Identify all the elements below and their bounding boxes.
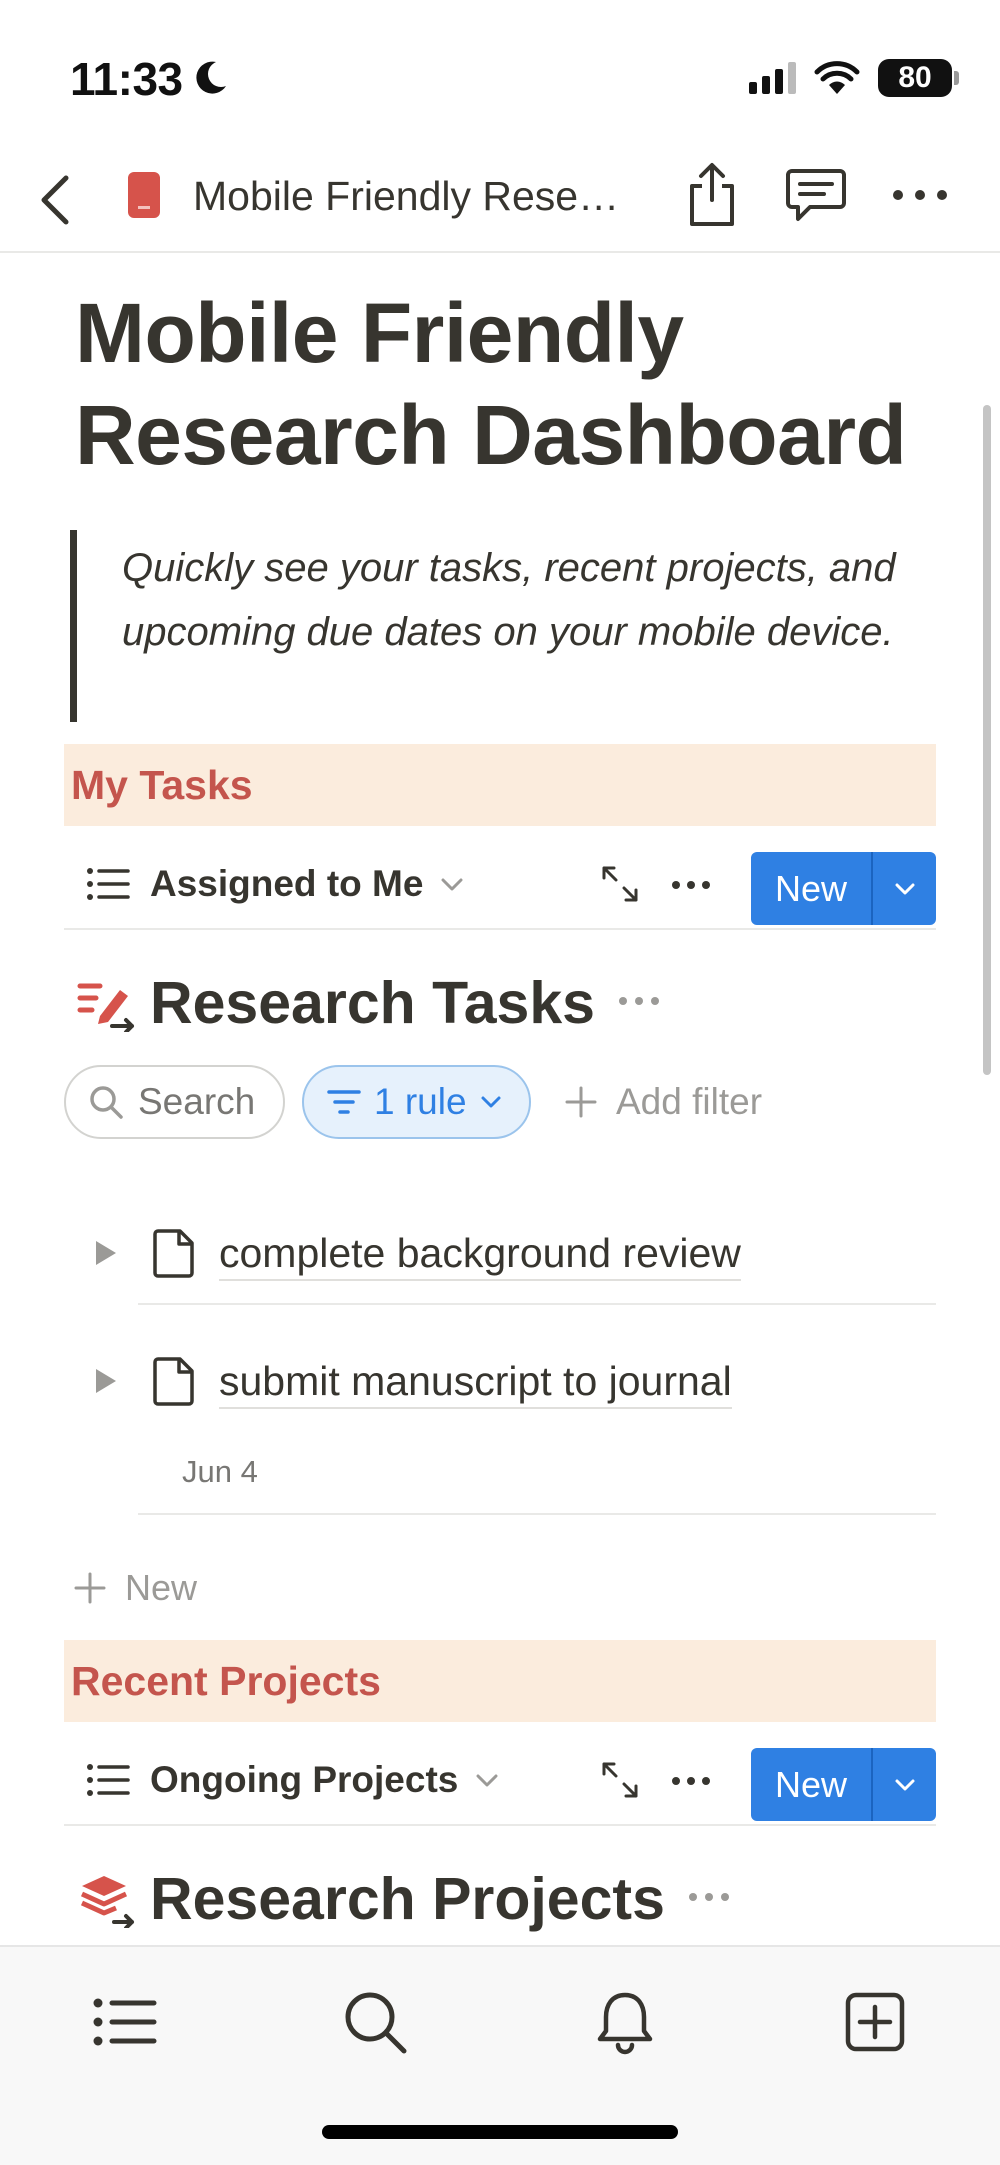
scroll-indicator[interactable] xyxy=(983,405,991,1075)
more-icon[interactable] xyxy=(617,984,661,1018)
page-emoji-icon xyxy=(128,172,160,218)
projects-view-bar: Ongoing Projects New xyxy=(64,1736,936,1826)
task-row[interactable]: complete background review xyxy=(64,1225,936,1305)
chevron-down-icon xyxy=(895,883,914,894)
more-icon[interactable] xyxy=(670,868,712,902)
filter-icon xyxy=(327,1090,361,1114)
new-button[interactable]: New xyxy=(751,1748,936,1821)
new-button-label[interactable]: New xyxy=(751,852,871,925)
add-filter-label: Add filter xyxy=(616,1081,763,1122)
more-icon[interactable] xyxy=(687,1880,731,1914)
list-view-icon[interactable] xyxy=(86,866,130,902)
toggle-triangle-icon[interactable] xyxy=(92,1367,118,1395)
page-quote[interactable]: Quickly see your tasks, recent projects,… xyxy=(70,530,950,722)
chevron-down-icon[interactable] xyxy=(439,872,465,896)
search-icon xyxy=(90,1086,123,1119)
comment-icon[interactable] xyxy=(784,165,848,225)
projects-database-icon xyxy=(80,1876,134,1928)
chevron-down-icon[interactable] xyxy=(474,1768,500,1792)
view-name[interactable]: Ongoing Projects xyxy=(150,1756,458,1804)
plus-square-icon[interactable] xyxy=(840,1987,910,2057)
status-indicators: 80 xyxy=(749,56,959,100)
search-label: Search xyxy=(138,1081,256,1122)
row-divider xyxy=(138,1303,936,1305)
new-button-dropdown[interactable] xyxy=(873,852,936,925)
database-title[interactable]: Research Projects xyxy=(150,1864,665,1934)
list-view-icon[interactable] xyxy=(86,1762,130,1798)
new-button[interactable]: New xyxy=(751,852,936,925)
add-filter-button[interactable]: Add filter xyxy=(564,1065,762,1139)
row-divider xyxy=(138,1513,936,1515)
tasks-view-bar: Assigned to Me New xyxy=(64,840,936,930)
status-bar: 11:33 80 xyxy=(0,0,1000,150)
add-new-task-button[interactable]: New xyxy=(73,1560,197,1616)
signal-icon xyxy=(749,62,796,94)
section-header-recent-projects[interactable]: Recent Projects xyxy=(64,1640,936,1722)
filter-rule-label: 1 rule xyxy=(374,1081,467,1122)
plus-icon xyxy=(74,1572,106,1604)
top-nav: Mobile Friendly Rese… xyxy=(0,150,1000,253)
back-icon[interactable] xyxy=(30,164,90,234)
new-button-label[interactable]: New xyxy=(751,1748,871,1821)
task-title[interactable]: submit manuscript to journal xyxy=(219,1355,732,1409)
document-icon xyxy=(153,1229,194,1278)
battery-icon: 80 xyxy=(878,59,959,97)
task-row[interactable]: submit manuscript to journal Jun 4 xyxy=(64,1353,936,1515)
moon-icon xyxy=(196,61,226,94)
status-time: 11:33 xyxy=(70,53,183,105)
projects-database-header: Research Projects xyxy=(64,1850,936,1946)
battery-level: 80 xyxy=(898,61,932,94)
view-name[interactable]: Assigned to Me xyxy=(150,860,423,908)
expand-icon[interactable] xyxy=(598,862,642,906)
home-indicator xyxy=(322,2125,678,2139)
tasks-database-icon xyxy=(77,983,134,1032)
new-button-dropdown[interactable] xyxy=(873,1748,936,1821)
share-icon[interactable] xyxy=(684,158,740,230)
list-icon[interactable] xyxy=(90,1987,160,2057)
plus-icon xyxy=(565,1086,597,1118)
more-icon[interactable] xyxy=(670,1764,712,1798)
section-header-my-tasks[interactable]: My Tasks xyxy=(64,744,936,826)
search-pill[interactable]: Search xyxy=(64,1065,285,1139)
bell-icon[interactable] xyxy=(590,1987,660,2057)
toggle-triangle-icon[interactable] xyxy=(92,1239,118,1267)
filter-rule-pill[interactable]: 1 rule xyxy=(302,1065,531,1139)
search-icon[interactable] xyxy=(340,1987,410,2057)
nav-title[interactable]: Mobile Friendly Rese… xyxy=(193,170,619,222)
document-icon xyxy=(153,1357,194,1406)
chevron-down-icon xyxy=(895,1779,914,1790)
wifi-icon xyxy=(814,61,860,94)
more-icon[interactable] xyxy=(888,170,952,220)
chevron-down-icon xyxy=(481,1096,501,1108)
task-title[interactable]: complete background review xyxy=(219,1227,741,1281)
add-new-label: New xyxy=(125,1567,198,1608)
filter-bar: Search 1 rule Add filter xyxy=(64,1065,936,1141)
database-title[interactable]: Research Tasks xyxy=(150,968,595,1038)
tasks-database-header: Research Tasks xyxy=(64,954,936,1050)
expand-icon[interactable] xyxy=(598,1758,642,1802)
page-title[interactable]: Mobile Friendly Research Dashboard xyxy=(75,282,955,486)
task-due-date: Jun 4 xyxy=(182,1454,258,1489)
